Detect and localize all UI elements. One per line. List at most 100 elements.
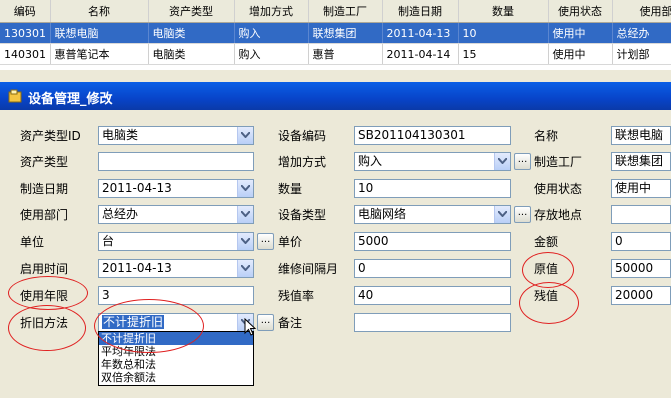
label-life-years: 使用年限 [20,289,69,303]
table-cell: 联想电脑 [50,22,149,44]
table-cell: 计划部 [612,43,671,65]
chevron-down-icon[interactable] [237,233,253,250]
chevron-down-icon[interactable] [237,260,253,277]
col-header[interactable]: 资产类型 [148,0,235,23]
chevron-down-icon[interactable] [237,180,253,197]
label-residual-value: 残值 [534,289,559,303]
label-asset-type-id: 资产类型ID [20,129,81,143]
title-bar[interactable]: 设备管理_修改 [0,82,671,110]
remark-field[interactable] [354,313,511,332]
depreciation-dropdown-list: 不计提折旧 平均年限法 年数总和法 双倍余额法 [98,331,254,386]
name-field[interactable]: 联想电脑 [611,126,671,145]
label-asset-type: 资产类型 [20,155,69,169]
label-remark: 备注 [278,316,303,330]
chevron-down-icon[interactable] [237,127,253,144]
maint-interval-field[interactable]: 0 [354,259,511,278]
col-header[interactable]: 使用部 [612,0,671,23]
label-residual-rate: 残值率 [278,289,315,303]
department-select[interactable]: 总经办 [98,205,254,224]
label-maint-interval: 维修间隔月 [278,262,339,276]
table-cell: 电脑类 [148,22,235,44]
table-row[interactable]: 130301 联想电脑 电脑类 购入 联想集团 2011-04-13 10 使用… [0,22,671,44]
table-cell: 使用中 [548,22,613,44]
select-value: 2011-04-13 [102,261,172,275]
depreciation-browse-button[interactable]: ... [257,314,274,331]
table-cell: 联想集团 [308,22,383,44]
factory-field[interactable]: 联想集团 [611,152,671,171]
dropdown-option[interactable]: 年数总和法 [99,358,253,371]
residual-rate-field[interactable]: 40 [354,286,511,305]
mfg-date-picker[interactable]: 2011-04-13 [98,179,254,198]
table-row[interactable]: 140301 惠普笔记本 电脑类 购入 惠普 2011-04-14 15 使用中… [0,43,671,65]
select-value: 台 [102,234,115,248]
mouse-cursor-icon [244,318,257,336]
label-location: 存放地点 [534,208,583,222]
asset-type-id-select[interactable]: 电脑类 [98,126,254,145]
window-title: 设备管理_修改 [28,92,113,107]
life-years-field[interactable]: 3 [98,286,254,305]
amount-field[interactable]: 0 [611,232,671,251]
chevron-down-icon[interactable] [494,153,510,170]
table-cell: 购入 [234,22,309,44]
table-cell: 总经办 [612,22,671,44]
quantity-field[interactable]: 10 [354,179,511,198]
label-start-date: 启用时间 [20,262,69,276]
table-cell: 140301 [0,43,51,65]
label-add-method: 增加方式 [278,155,327,169]
unit-browse-button[interactable]: ... [257,233,274,250]
table-cell: 15 [458,43,549,65]
start-date-picker[interactable]: 2011-04-13 [98,259,254,278]
original-value-field[interactable]: 50000 [611,259,671,278]
location-field[interactable] [611,205,671,224]
col-header[interactable]: 增加方式 [234,0,309,23]
device-type-browse-button[interactable]: ... [514,206,531,223]
label-original-value: 原值 [534,262,559,276]
label-device-type: 设备类型 [278,208,327,222]
label-unit: 单位 [20,235,45,249]
col-header[interactable]: 制造工厂 [308,0,383,23]
chevron-down-icon[interactable] [494,206,510,223]
add-method-select[interactable]: 购入 [354,152,511,171]
table-cell: 130301 [0,22,51,44]
select-value: 不计提折旧 [102,315,165,329]
table-cell: 2011-04-13 [382,22,459,44]
select-value: 2011-04-13 [102,181,172,195]
label-status: 使用状态 [534,182,583,196]
table-cell: 使用中 [548,43,613,65]
table-cell: 电脑类 [148,43,235,65]
col-header[interactable]: 名称 [50,0,149,23]
label-quantity: 数量 [278,182,303,196]
app-icon [8,89,22,103]
residual-value-field[interactable]: 20000 [611,286,671,305]
asset-type-field[interactable] [98,152,254,171]
col-header[interactable]: 数量 [458,0,549,23]
dropdown-option[interactable]: 不计提折旧 [99,332,253,345]
chevron-down-icon[interactable] [237,206,253,223]
select-value: 总经办 [102,207,139,221]
col-header[interactable]: 使用状态 [548,0,613,23]
label-device-code: 设备编码 [278,129,327,143]
depreciation-select[interactable]: 不计提折旧 [98,313,254,332]
dropdown-option[interactable]: 平均年限法 [99,345,253,358]
col-header[interactable]: 制造日期 [382,0,459,23]
col-header[interactable]: 编码 [0,0,51,23]
label-factory: 制造工厂 [534,155,583,169]
label-name: 名称 [534,129,559,143]
table-cell: 购入 [234,43,309,65]
table-cell: 惠普 [308,43,383,65]
table-cell: 10 [458,22,549,44]
device-code-field[interactable]: SB201104130301 [354,126,511,145]
label-depreciation: 折旧方法 [20,316,69,330]
unit-price-field[interactable]: 5000 [354,232,511,251]
label-mfg-date: 制造日期 [20,182,69,196]
table-cell: 惠普笔记本 [50,43,149,65]
device-type-select[interactable]: 电脑网络 [354,205,511,224]
dropdown-option[interactable]: 双倍余额法 [99,371,253,384]
device-grid[interactable]: 编码 名称 资产类型 增加方式 制造工厂 制造日期 数量 使用状态 使用部 13… [0,0,671,70]
select-value: 电脑网络 [358,207,407,221]
grid-header-row: 编码 名称 资产类型 增加方式 制造工厂 制造日期 数量 使用状态 使用部 [0,0,671,23]
unit-select[interactable]: 台 [98,232,254,251]
add-method-browse-button[interactable]: ... [514,153,531,170]
status-field[interactable]: 使用中 [611,179,671,198]
table-cell: 2011-04-14 [382,43,459,65]
